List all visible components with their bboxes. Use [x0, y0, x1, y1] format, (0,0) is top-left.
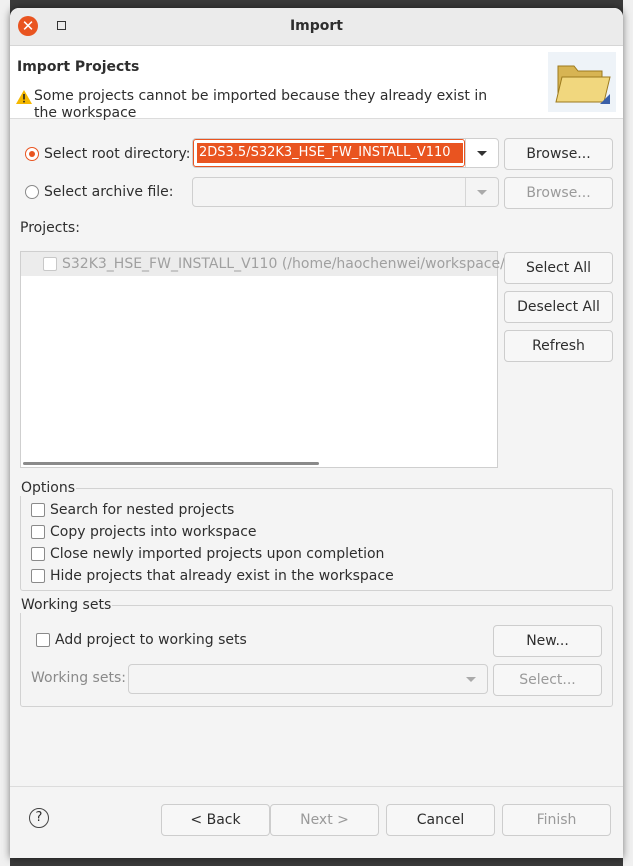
- close-projects-label: Close newly imported projects upon compl…: [50, 546, 385, 562]
- warning-message: Some projects cannot be imported because…: [34, 88, 488, 121]
- browse-directory-button[interactable]: Browse...: [504, 138, 613, 170]
- wizard-header: Import Projects Some projects cannot be …: [10, 46, 623, 121]
- hide-projects-label: Hide projects that already exist in the …: [50, 568, 394, 584]
- back-button[interactable]: < Back: [161, 804, 270, 836]
- finish-label: Finish: [536, 812, 577, 828]
- add-working-set-label: Add project to working sets: [55, 632, 247, 648]
- next-label: Next >: [300, 812, 349, 828]
- archive-file-radio[interactable]: [25, 185, 39, 199]
- refresh-label: Refresh: [532, 338, 585, 354]
- close-projects-checkbox[interactable]: [31, 547, 45, 561]
- warning-icon: [16, 90, 32, 104]
- page-title: Import Projects: [17, 59, 140, 75]
- browse-archive-button[interactable]: Browse...: [504, 177, 613, 209]
- cancel-label: Cancel: [416, 812, 465, 828]
- horizontal-scrollbar[interactable]: [23, 462, 319, 465]
- deselect-all-button[interactable]: Deselect All: [504, 291, 613, 323]
- nested-projects-checkbox[interactable]: [31, 503, 45, 517]
- folder-icon: [548, 52, 616, 112]
- title-bar: ✕ Import: [10, 8, 623, 46]
- project-checkbox[interactable]: [43, 257, 57, 271]
- archive-file-label: Select archive file:: [44, 184, 174, 200]
- projects-list[interactable]: S32K3_HSE_FW_INSTALL_V110 (/home/haochen…: [20, 251, 514, 468]
- working-sets-combo[interactable]: [128, 664, 488, 694]
- root-directory-combo[interactable]: 2DS3.5/S32K3_HSE_FW_INSTALL_V110: [192, 138, 499, 168]
- hide-projects-checkbox[interactable]: [31, 569, 45, 583]
- dialog-title: Import: [289, 18, 344, 34]
- add-working-set-checkbox[interactable]: [36, 633, 50, 647]
- copy-projects-checkbox[interactable]: [31, 525, 45, 539]
- list-item[interactable]: S32K3_HSE_FW_INSTALL_V110 (/home/haochen…: [21, 252, 514, 276]
- select-all-label: Select All: [526, 260, 591, 276]
- working-sets-title: Working sets: [20, 597, 113, 613]
- nested-projects-label: Search for nested projects: [50, 502, 235, 518]
- root-directory-input[interactable]: 2DS3.5/S32K3_HSE_FW_INSTALL_V110: [197, 143, 463, 163]
- working-sets-label: Working sets:: [31, 670, 126, 686]
- root-directory-radio[interactable]: [25, 147, 39, 161]
- browse-directory-label: Browse...: [526, 146, 591, 162]
- archive-file-combo[interactable]: [192, 177, 499, 207]
- options-title: Options: [20, 480, 77, 496]
- background-app: [0, 0, 10, 866]
- chevron-down-icon[interactable]: [465, 178, 498, 206]
- import-dialog: ✕ Import Import Projects Some projects c…: [10, 8, 623, 858]
- select-all-button[interactable]: Select All: [504, 252, 613, 284]
- back-label: < Back: [190, 812, 241, 828]
- browse-archive-label: Browse...: [526, 185, 591, 201]
- root-directory-label: Select root directory:: [44, 146, 191, 162]
- finish-button[interactable]: Finish: [502, 804, 611, 836]
- select-working-set-label: Select...: [519, 672, 576, 688]
- chevron-down-icon[interactable]: [455, 665, 487, 693]
- project-name: S32K3_HSE_FW_INSTALL_V110 (/home/haochen…: [62, 256, 514, 272]
- new-working-set-button[interactable]: New...: [493, 625, 602, 657]
- cancel-button[interactable]: Cancel: [386, 804, 495, 836]
- chevron-down-icon[interactable]: [465, 139, 498, 167]
- select-working-set-button[interactable]: Select...: [493, 664, 602, 696]
- next-button[interactable]: Next >: [270, 804, 379, 836]
- projects-label: Projects:: [20, 220, 80, 236]
- background-app-right: [623, 0, 633, 866]
- refresh-button[interactable]: Refresh: [504, 330, 613, 362]
- deselect-all-label: Deselect All: [517, 299, 600, 315]
- new-working-set-label: New...: [526, 633, 569, 649]
- copy-projects-label: Copy projects into workspace: [50, 524, 257, 540]
- footer-separator: [10, 786, 623, 787]
- help-icon[interactable]: ?: [29, 808, 49, 828]
